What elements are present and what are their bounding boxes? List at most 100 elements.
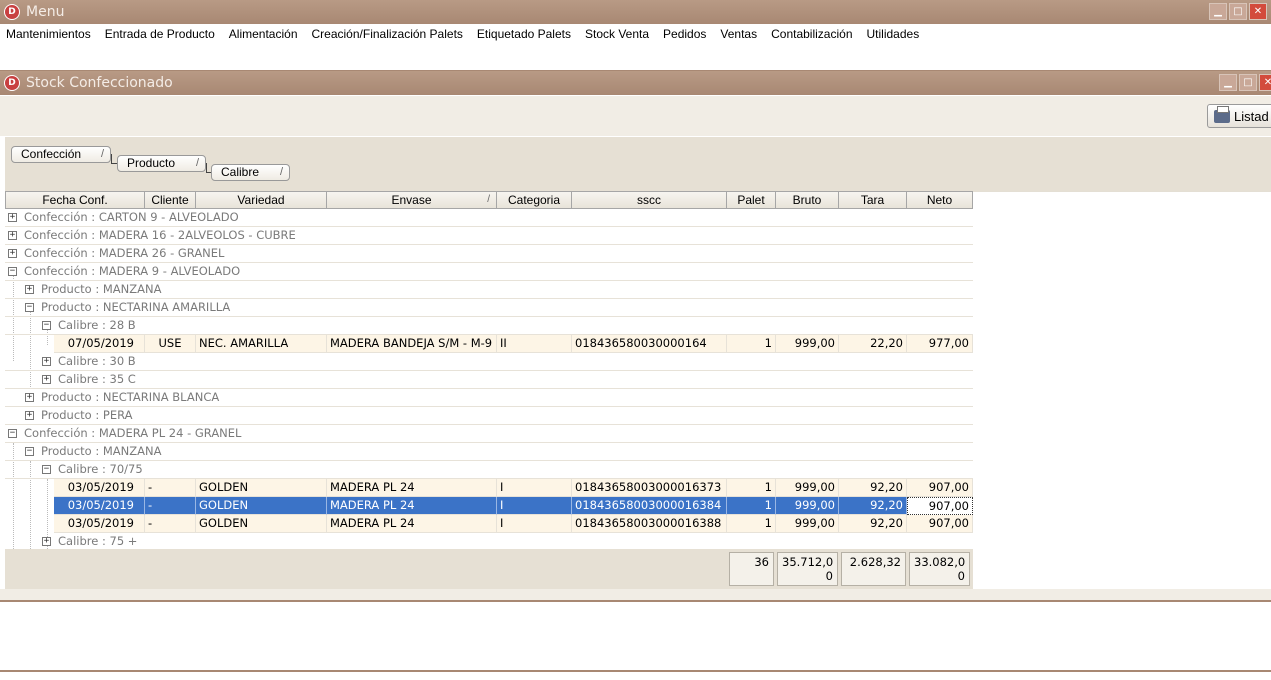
cell-categoria[interactable]: I (497, 515, 572, 533)
cell-palet[interactable]: 1 (727, 497, 776, 515)
group-row[interactable]: + Confección : MADERA 16 - 2ALVEOLOS - CU… (5, 227, 973, 245)
menu-item-entrada-producto[interactable]: Entrada de Producto (105, 27, 215, 41)
column-header-variedad[interactable]: Variedad (196, 191, 327, 209)
cell-tara[interactable]: 92,20 (839, 515, 907, 533)
column-header-envase[interactable]: Envase / (327, 191, 497, 209)
cell-tara[interactable]: 92,20 (839, 479, 907, 497)
cell-categoria[interactable]: II (497, 335, 572, 353)
column-header-cliente[interactable]: Cliente (145, 191, 196, 209)
menu-item-etiquetado-palets[interactable]: Etiquetado Palets (477, 27, 571, 41)
cell-cliente[interactable]: - (145, 479, 196, 497)
cell-envase[interactable]: MADERA PL 24 (327, 497, 497, 515)
cell-sscc[interactable]: 01843658003000016388 (572, 515, 727, 533)
cell-neto[interactable]: 907,00 (907, 479, 973, 497)
expand-icon[interactable]: + (42, 357, 51, 366)
cell-variedad[interactable]: GOLDEN (196, 479, 327, 497)
menu-item-ventas[interactable]: Ventas (720, 27, 757, 41)
menu-item-utilidades[interactable]: Utilidades (867, 27, 920, 41)
collapse-icon[interactable]: − (8, 267, 17, 276)
child-maximize-icon[interactable]: □ (1239, 74, 1257, 91)
minimize-icon[interactable]: ▁ (1209, 3, 1227, 20)
column-header-sscc[interactable]: sscc (572, 191, 727, 209)
menu-item-creacion-palets[interactable]: Creación/Finalización Palets (312, 27, 463, 41)
child-close-icon[interactable]: ✕ (1259, 74, 1271, 91)
cell-tara[interactable]: 92,20 (839, 497, 907, 515)
cell-cliente[interactable]: - (145, 515, 196, 533)
collapse-icon[interactable]: − (25, 303, 34, 312)
expand-icon[interactable]: + (25, 393, 34, 402)
cell-envase[interactable]: MADERA PL 24 (327, 515, 497, 533)
column-header-tara[interactable]: Tara (839, 191, 907, 209)
expand-icon[interactable]: + (8, 213, 17, 222)
cell-palet[interactable]: 1 (727, 515, 776, 533)
expand-icon[interactable]: + (8, 249, 17, 258)
menu-item-mantenimientos[interactable]: Mantenimientos (6, 27, 91, 41)
cell-fecha[interactable]: 07/05/2019 (54, 335, 145, 353)
group-row[interactable]: + Confección : MADERA 26 - GRANEL (5, 245, 973, 263)
cell-fecha[interactable]: 03/05/2019 (54, 515, 145, 533)
menu-item-stock-venta[interactable]: Stock Venta (585, 27, 649, 41)
group-row[interactable]: + Producto : PERA (5, 407, 973, 425)
cell-fecha[interactable]: 03/05/2019 (54, 497, 145, 515)
cell-cliente[interactable]: - (145, 497, 196, 515)
group-row[interactable]: − Producto : NECTARINA AMARILLA (5, 299, 973, 317)
close-icon[interactable]: ✕ (1249, 3, 1267, 20)
group-row[interactable]: − Producto : MANZANA (5, 443, 973, 461)
cell-envase[interactable]: MADERA PL 24 (327, 479, 497, 497)
collapse-icon[interactable]: − (8, 429, 17, 438)
group-row[interactable]: − Confección : MADERA PL 24 - GRANEL (5, 425, 973, 443)
collapse-icon[interactable]: − (42, 465, 51, 474)
expand-icon[interactable]: + (8, 231, 17, 240)
column-header-categoria[interactable]: Categoria (497, 191, 572, 209)
listado-button[interactable]: Listad (1207, 104, 1271, 128)
cell-variedad[interactable]: NEC. AMARILLA (196, 335, 327, 353)
expand-icon[interactable]: + (25, 411, 34, 420)
column-header-palet[interactable]: Palet (727, 191, 776, 209)
table-row-selected[interactable]: 03/05/2019 - GOLDEN MADERA PL 24 I 01843… (54, 497, 973, 515)
collapse-icon[interactable]: − (25, 447, 34, 456)
column-header-bruto[interactable]: Bruto (776, 191, 839, 209)
column-header-neto[interactable]: Neto (907, 191, 973, 209)
group-row[interactable]: − Calibre : 28 B (5, 317, 973, 335)
cell-palet[interactable]: 1 (727, 479, 776, 497)
group-row[interactable]: + Producto : MANZANA (5, 281, 973, 299)
cell-categoria[interactable]: I (497, 497, 572, 515)
expand-icon[interactable]: + (42, 375, 51, 384)
table-row[interactable]: 07/05/2019 USE NEC. AMARILLA MADERA BAND… (54, 335, 973, 353)
group-tag-calibre[interactable]: Calibre / (211, 164, 290, 181)
cell-envase[interactable]: MADERA BANDEJA S/M - M-9 (327, 335, 497, 353)
menu-item-pedidos[interactable]: Pedidos (663, 27, 706, 41)
cell-categoria[interactable]: I (497, 479, 572, 497)
group-row[interactable]: − Confección : MADERA 9 - ALVEOLADO (5, 263, 973, 281)
cell-variedad[interactable]: GOLDEN (196, 515, 327, 533)
group-row[interactable]: + Calibre : 30 B (5, 353, 973, 371)
cell-bruto[interactable]: 999,00 (776, 335, 839, 353)
group-row[interactable]: + Producto : NECTARINA BLANCA (5, 389, 973, 407)
cell-sscc[interactable]: 01843658003000016373 (572, 479, 727, 497)
group-tag-confeccion[interactable]: Confección / (11, 146, 111, 163)
cell-bruto[interactable]: 999,00 (776, 479, 839, 497)
menu-item-alimentacion[interactable]: Alimentación (229, 27, 298, 41)
cell-variedad[interactable]: GOLDEN (196, 497, 327, 515)
cell-cliente[interactable]: USE (145, 335, 196, 353)
menu-item-contabilizacion[interactable]: Contabilización (771, 27, 852, 41)
cell-sscc[interactable]: 01843658003000016384 (572, 497, 727, 515)
cell-bruto[interactable]: 999,00 (776, 497, 839, 515)
cell-fecha[interactable]: 03/05/2019 (54, 479, 145, 497)
cell-bruto[interactable]: 999,00 (776, 515, 839, 533)
table-row[interactable]: 03/05/2019 - GOLDEN MADERA PL 24 I 01843… (54, 515, 973, 533)
group-tag-producto[interactable]: Producto / (117, 155, 206, 172)
group-row[interactable]: − Calibre : 70/75 (5, 461, 973, 479)
table-row[interactable]: 03/05/2019 - GOLDEN MADERA PL 24 I 01843… (54, 479, 973, 497)
cell-neto-focused[interactable]: 907,00 (907, 497, 973, 515)
group-row[interactable]: + Confección : CARTON 9 - ALVEOLADO (5, 209, 973, 227)
cell-neto[interactable]: 907,00 (907, 515, 973, 533)
child-minimize-icon[interactable]: ▁ (1219, 74, 1237, 91)
cell-tara[interactable]: 22,20 (839, 335, 907, 353)
collapse-icon[interactable]: − (42, 321, 51, 330)
expand-icon[interactable]: + (25, 285, 34, 294)
cell-palet[interactable]: 1 (727, 335, 776, 353)
expand-icon[interactable]: + (42, 537, 51, 546)
cell-sscc[interactable]: 018436580030000164 (572, 335, 727, 353)
cell-neto[interactable]: 977,00 (907, 335, 973, 353)
